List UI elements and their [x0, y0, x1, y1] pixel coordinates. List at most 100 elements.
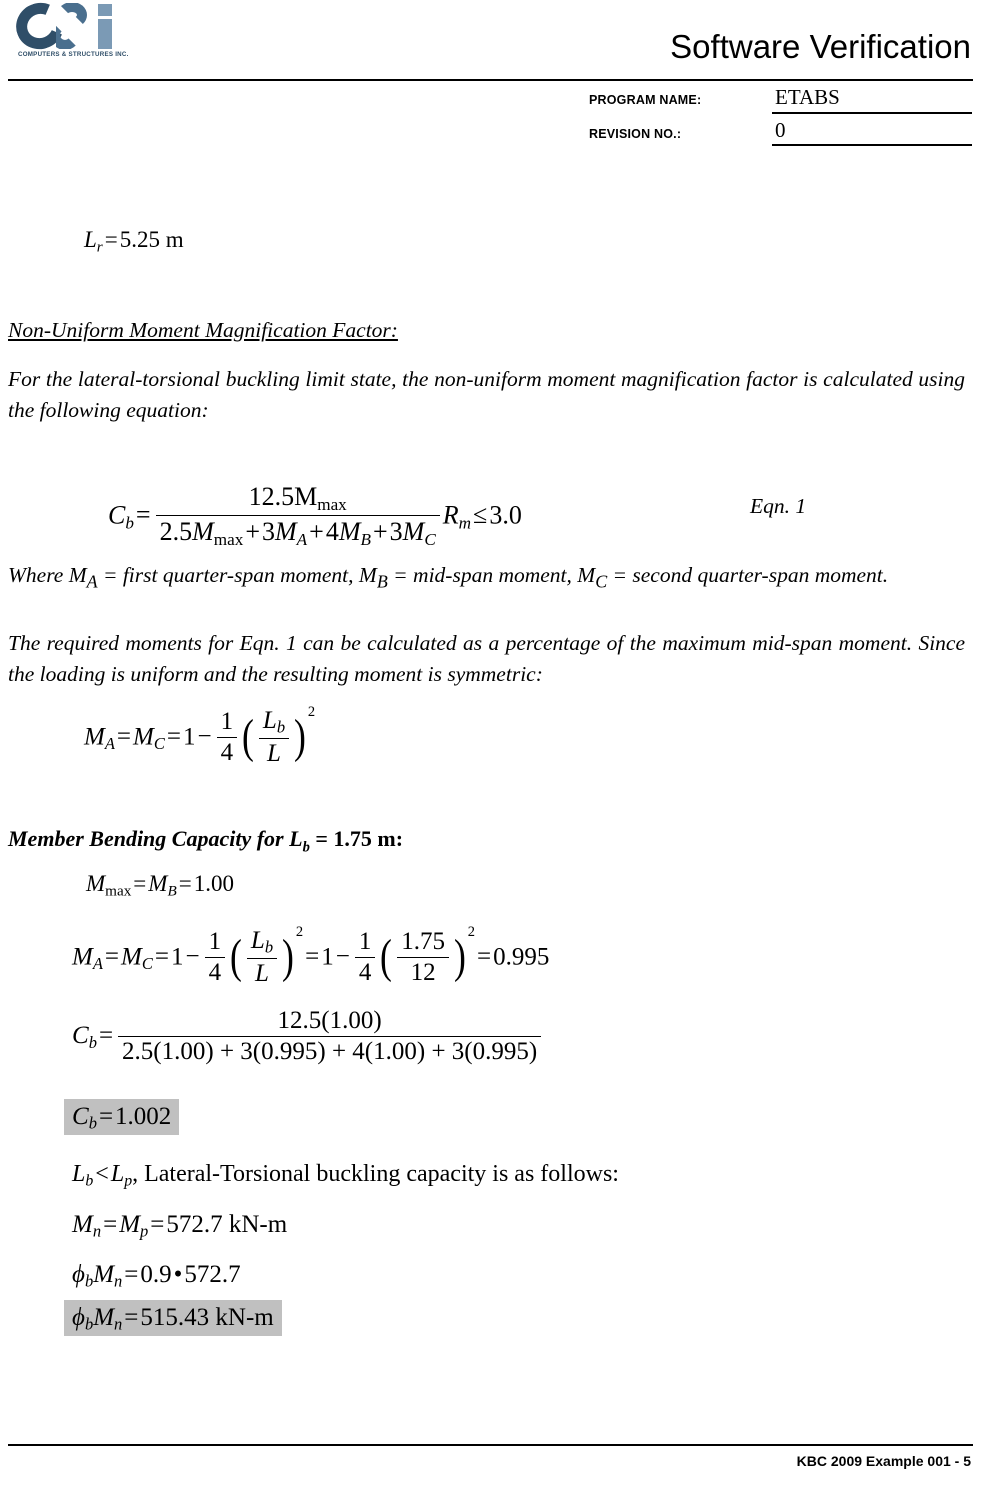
- var-M: M: [93, 1261, 115, 1288]
- cb-denominator: 2.5(1.00) + 3(0.995) + 4(1.00) + 3(0.995…: [122, 1037, 538, 1065]
- close-paren: ): [294, 710, 306, 763]
- value-lr: 5.25: [119, 227, 160, 252]
- equation-ma-numeric: MA=MC=1− 1 4(Lb L) 2=1− 1 4(1.75 12) 2=0.995: [72, 923, 550, 987]
- value-mn: 572.7: [166, 1211, 223, 1238]
- var-MA-2: M: [72, 943, 93, 971]
- program-name-label: PROGRAM NAME:: [589, 93, 702, 107]
- sub-B: B: [167, 882, 177, 900]
- lb-lp-text: , Lateral-Torsional buckling capacity is…: [132, 1161, 619, 1187]
- logo-i-stem: [98, 19, 112, 49]
- sub-b-4: b: [88, 1032, 97, 1052]
- value-5727: 572.7: [184, 1261, 241, 1288]
- frac-den: 4: [220, 738, 234, 766]
- sub-b-5: b: [88, 1113, 97, 1133]
- intro-paragraph: For the lateral-torsional buckling limit…: [8, 367, 965, 422]
- var-MB: M: [148, 871, 168, 896]
- value-cb: 1.002: [115, 1103, 172, 1130]
- heading-text-after: = 1.75 m:: [309, 826, 404, 851]
- where-paragraph: Where MA = first quarter-span moment, MB…: [8, 563, 889, 592]
- limit-value: 3.0: [489, 500, 522, 530]
- sub-b-8: b: [84, 1314, 94, 1334]
- ratio-lb-l: Lb L: [256, 706, 292, 769]
- var-phi-2: ϕ: [72, 1304, 85, 1331]
- unit-m: m: [165, 227, 184, 252]
- numerator-sub: max: [317, 495, 347, 515]
- frac-den-2: 4: [208, 958, 222, 986]
- program-name-value: ETABS: [775, 85, 840, 109]
- var-Cb-3: C: [72, 1103, 89, 1130]
- sub-b-7: b: [84, 1271, 94, 1291]
- sub-b2: b: [276, 717, 286, 737]
- var-Cb-2: C: [72, 1022, 89, 1050]
- var-L-2: L: [255, 959, 269, 987]
- frac-num-2: 1: [204, 928, 226, 958]
- relation-lt: <: [95, 1161, 109, 1187]
- equation-ma-generic: MA=MC=1− 1 4(Lb L) 2: [84, 703, 316, 769]
- sub-n: n: [92, 1221, 102, 1241]
- var-MA: M: [84, 723, 105, 751]
- var-Lb: L: [262, 706, 277, 734]
- var-L: L: [84, 227, 97, 252]
- sub-m: m: [458, 513, 472, 533]
- var-phi: ϕ: [72, 1261, 85, 1288]
- equals-sign: =: [104, 227, 118, 252]
- value-51543: 515.43: [140, 1304, 210, 1331]
- fraction-cb: 12.5Mmax 2.5Mmax+3MA+4MB+3MC: [153, 482, 443, 549]
- program-name-underline: [772, 112, 972, 114]
- line-lb-lt-lp: Lb<Lp, Lateral-Torsional buckling capaci…: [72, 1162, 619, 1189]
- equation-mn: Mn=Mp=572.7 kN-m: [72, 1211, 288, 1241]
- var-Cb: C: [108, 500, 126, 530]
- sub-max: max: [105, 882, 132, 900]
- sub-b-3: b: [264, 937, 274, 957]
- logo-s-glyph: [56, 3, 90, 49]
- exponent-2: 2: [307, 703, 316, 720]
- cb-numerator: 12.5(1.00): [118, 1007, 542, 1037]
- page-header: COMPUTERS & STRUCTURES INC. Software Ver…: [0, 0, 981, 150]
- numeric-lb: 1.75: [397, 928, 449, 958]
- equation-cb-numeric: Cb= 12.5(1.00) 2.5(1.00) + 3(0.995) + 4(1.…: [72, 1007, 544, 1067]
- highlight-box-phimn: ϕbMn=515.43 kN-m: [64, 1300, 282, 1336]
- open-paren: (: [242, 710, 254, 763]
- fraction-numerator: 12.5Mmax: [155, 482, 440, 517]
- required-moments-paragraph: The required moments for Eqn. 1 can be c…: [8, 631, 965, 686]
- sub-A-2: A: [92, 953, 103, 973]
- fraction-denominator: 2.5Mmax+3MA+4MB+3MC: [159, 517, 436, 550]
- unit-knm-2: kN-m: [215, 1304, 274, 1331]
- page-title: Software Verification: [670, 28, 971, 65]
- logo-tagline: COMPUTERS & STRUCTURES INC.: [18, 51, 129, 58]
- footer-divider: [8, 1444, 973, 1446]
- var-MC-2: M: [121, 943, 142, 971]
- heading-var-sub: b: [302, 839, 310, 856]
- result-ma: 0.995: [493, 943, 550, 971]
- equation-mmax: Mmax=MB=1.00: [86, 871, 234, 900]
- revision-no-underline: [772, 144, 972, 146]
- sub-C: C: [153, 733, 165, 753]
- var-Lb-2: L: [250, 926, 265, 954]
- highlight-box-cb: Cb=1.002: [64, 1099, 180, 1135]
- revision-no-label: REVISION NO.:: [589, 127, 682, 141]
- result-cb-highlight: Cb=1.002: [64, 1099, 180, 1135]
- equation-tag-1: Eqn. 1: [750, 494, 807, 518]
- footer-reference: KBC 2009 Example 001 - 5: [796, 1453, 971, 1469]
- heading-text-before: Member Bending Capacity for: [8, 826, 290, 851]
- sub-p: p: [124, 1172, 133, 1190]
- numeric-l: 12: [410, 958, 436, 986]
- var-Lb-3: L: [72, 1161, 86, 1187]
- section-heading-nonuniform: Non-Uniform Moment Magnification Factor:: [8, 318, 398, 342]
- sub-b: b: [125, 513, 134, 533]
- frac-num: 1: [216, 708, 238, 738]
- header-divider: [8, 79, 973, 81]
- member-bending-heading: Member Bending Capacity for Lb = 1.75 m:: [8, 826, 403, 856]
- unit-knm: kN-m: [228, 1211, 288, 1238]
- sub-r: r: [96, 238, 103, 256]
- numerator-text: 12.5M: [248, 482, 318, 512]
- var-Rm: R: [442, 500, 459, 530]
- exponent-2b: 2: [295, 923, 304, 940]
- constant-one: 1: [182, 723, 196, 751]
- multiply-dot: •: [173, 1261, 183, 1288]
- equation-cb-general: Cb= 12.5Mmax 2.5Mmax+3MA+4MB+3MC Rm≤3.0: [108, 482, 522, 550]
- result-phimn-highlight: ϕbMn=515.43 kN-m: [64, 1300, 282, 1336]
- equation-lr: Lr=5.25 m: [84, 228, 184, 254]
- var-Mmax: M: [86, 871, 106, 896]
- var-Lp: L: [110, 1161, 125, 1187]
